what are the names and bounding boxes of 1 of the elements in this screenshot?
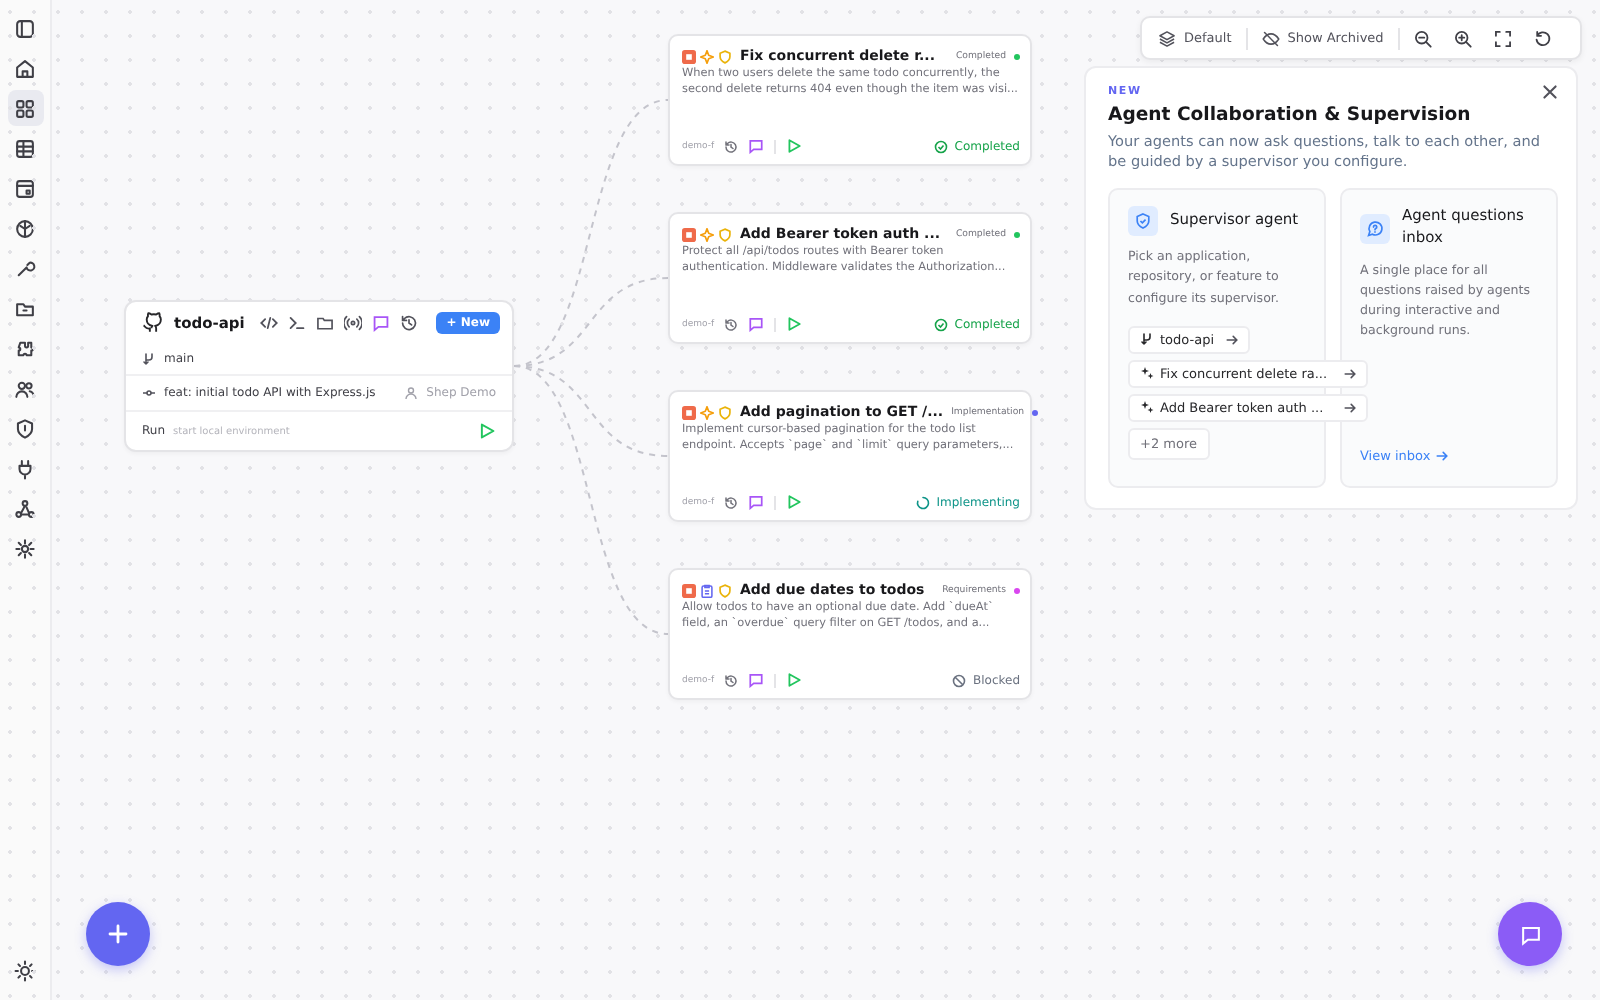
announcement-title: Agent Collaboration & Supervision	[1108, 104, 1473, 126]
